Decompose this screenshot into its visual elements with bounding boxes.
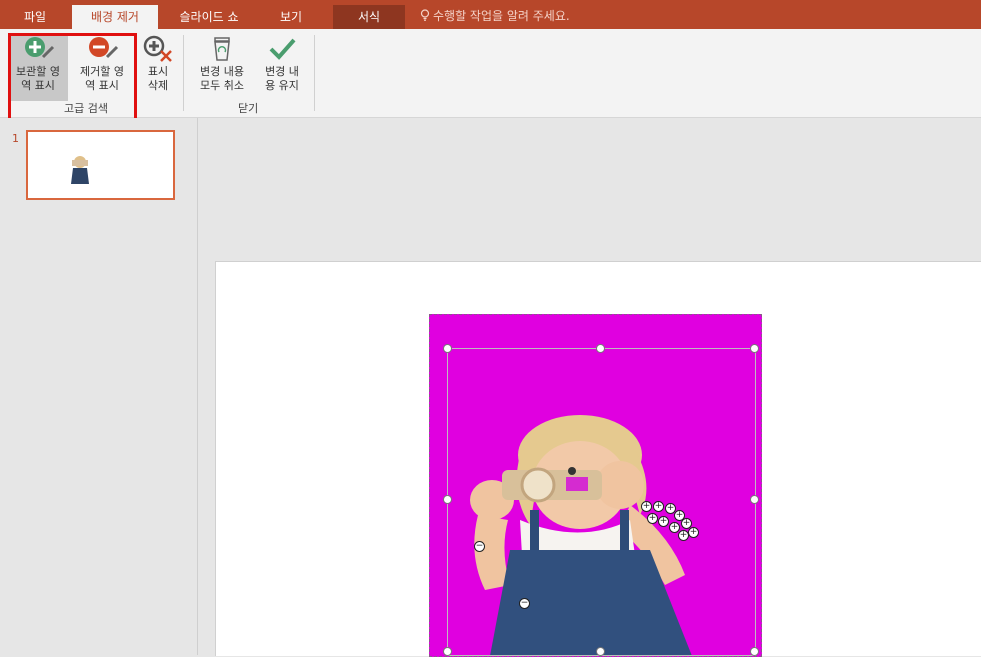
discard-label-2: 모두 취소 bbox=[200, 79, 244, 92]
slide-number: 1 bbox=[12, 132, 19, 145]
resize-handle[interactable] bbox=[443, 344, 452, 353]
ribbon: 보관할 영 역 표시 제거할 영 역 표시 표시 삭제 고급 검색 변경 내용 … bbox=[0, 29, 981, 118]
group-separator bbox=[183, 35, 184, 111]
remove-mark-icon[interactable]: − bbox=[474, 541, 485, 552]
keep-mark-icon[interactable]: + bbox=[641, 501, 652, 512]
checkmark-icon bbox=[269, 38, 296, 60]
annotation-highlight-box bbox=[8, 33, 137, 121]
keep-mark-icon[interactable]: + bbox=[653, 501, 664, 512]
resize-handle[interactable] bbox=[750, 495, 759, 504]
tell-me-text: 수행할 작업을 알려 주세요. bbox=[433, 9, 570, 23]
remove-mark-icon[interactable]: − bbox=[519, 598, 530, 609]
tab-slide-show[interactable]: 슬라이드 쇼 bbox=[165, 5, 253, 29]
slide-thumbnail[interactable] bbox=[26, 130, 175, 200]
picture-with-removal-overlay[interactable]: + + + + + + + + + + − − bbox=[429, 314, 762, 657]
keep-mark-icon[interactable]: + bbox=[688, 527, 699, 538]
delete-mark-button[interactable]: 표시 삭제 bbox=[138, 33, 178, 101]
keep-changes-label-1: 변경 내 bbox=[265, 65, 299, 78]
tab-background-removal[interactable]: 배경 제거 bbox=[72, 5, 158, 29]
tab-format[interactable]: 서식 bbox=[333, 5, 405, 29]
delete-mark-icon bbox=[143, 35, 172, 62]
lightbulb-icon bbox=[420, 9, 430, 21]
slide-thumbnail-pane: 1 bbox=[0, 118, 198, 655]
crop-selection-frame bbox=[447, 348, 756, 656]
keep-mark-icon[interactable]: + bbox=[658, 516, 669, 527]
recycle-bin-icon bbox=[214, 37, 230, 61]
discard-all-changes-button[interactable]: 변경 내용 모두 취소 bbox=[190, 33, 254, 101]
resize-handle[interactable] bbox=[750, 344, 759, 353]
resize-handle[interactable] bbox=[596, 344, 605, 353]
tab-file[interactable]: 파일 bbox=[12, 5, 58, 29]
discard-label-1: 변경 내용 bbox=[200, 65, 244, 78]
keep-changes-label-2: 용 유지 bbox=[265, 79, 299, 92]
keep-changes-button[interactable]: 변경 내 용 유지 bbox=[254, 33, 310, 101]
close-group-label: 닫기 bbox=[238, 102, 259, 115]
group-separator bbox=[314, 35, 315, 111]
keep-mark-icon[interactable]: + bbox=[647, 513, 658, 524]
resize-handle[interactable] bbox=[443, 495, 452, 504]
delete-mark-label-2: 삭제 bbox=[147, 79, 169, 92]
delete-mark-label-1: 표시 bbox=[147, 65, 169, 78]
thumbnail-child-image bbox=[71, 156, 89, 184]
ribbon-tab-bar: 파일 배경 제거 슬라이드 쇼 보기 서식 수행할 작업을 알려 주세요. bbox=[0, 0, 981, 29]
tell-me-box[interactable]: 수행할 작업을 알려 주세요. bbox=[420, 0, 570, 29]
tab-view[interactable]: 보기 bbox=[268, 5, 314, 29]
